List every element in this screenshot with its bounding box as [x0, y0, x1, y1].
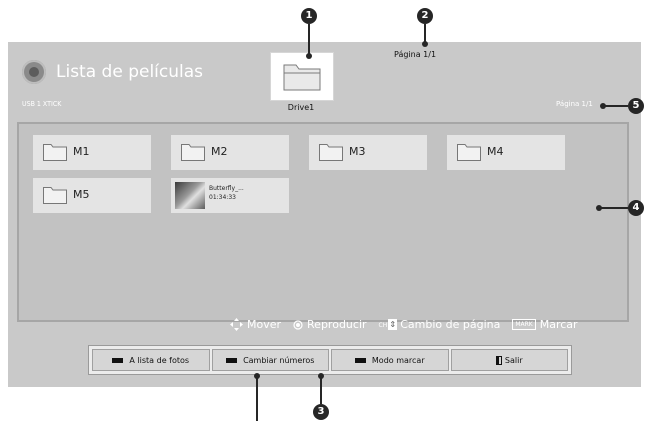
folder-label: M4: [487, 145, 504, 158]
folder-tile-m4[interactable]: M4: [447, 135, 565, 170]
folder-icon: [43, 144, 67, 161]
page-indicator: Página 1/1: [556, 100, 593, 108]
folder-tile-m3[interactable]: M3: [309, 135, 427, 170]
video-name: Butterfly_...: [209, 185, 244, 192]
callout-3-dot: [318, 373, 324, 379]
legend-play: Reproducir: [307, 318, 367, 331]
mark-key-icon: MARK: [512, 319, 536, 330]
photo-list-label: A lista de fotos: [129, 355, 190, 365]
key-legend: Mover Reproducir CH ⇕ Cambio de página MA…: [230, 318, 578, 331]
folder-tile-m5[interactable]: M5: [33, 178, 151, 213]
mark-mode-label: Modo marcar: [371, 355, 425, 365]
page-indicator-top: Página 1/1: [394, 50, 437, 59]
move-arrows-icon: [230, 318, 243, 331]
callout-4-dot: [596, 205, 602, 211]
folder-icon: [283, 64, 321, 91]
tv-screen: Lista de películas USB 1 XTICK Drive1 Pá…: [8, 42, 641, 387]
callout-4: 4: [628, 200, 644, 216]
callout-1-dot: [306, 53, 312, 59]
change-numbers-label: Cambiar números: [243, 355, 315, 365]
exit-button[interactable]: Salir: [450, 349, 568, 371]
callout-4-line: [600, 207, 628, 209]
callout-2: 2: [417, 8, 433, 24]
callout-5-dot: [600, 103, 606, 109]
button-bar: A lista de fotos Cambiar números Modo ma…: [88, 345, 572, 375]
device-label: USB 1 XTICK: [22, 100, 62, 108]
ok-button-icon: [293, 319, 303, 330]
folder-icon: [43, 187, 67, 204]
yellow-key-icon: [354, 357, 366, 363]
callout-2-dot: [422, 41, 428, 47]
ch-key-icon: CH ⇕: [378, 319, 398, 330]
folder-icon: [319, 144, 343, 161]
video-thumbnail: [175, 182, 205, 209]
legend-page-change: Cambio de página: [400, 318, 501, 331]
callout-3-dot-b: [254, 373, 260, 379]
folder-icon: [457, 144, 481, 161]
exit-door-icon: [495, 355, 502, 365]
callout-3-line-b: [256, 378, 258, 421]
app-title: Lista de películas: [56, 62, 204, 82]
drive-folder-button[interactable]: [270, 52, 334, 101]
photo-list-button[interactable]: A lista de fotos: [92, 349, 210, 371]
legend-move: Mover: [247, 318, 282, 331]
legend-mark: Marcar: [539, 318, 578, 331]
exit-label: Salir: [504, 355, 523, 365]
folder-label: M2: [211, 145, 228, 158]
folder-icon: [181, 144, 205, 161]
callout-5-line: [604, 105, 628, 107]
folder-label: M3: [349, 145, 366, 158]
change-numbers-button[interactable]: Cambiar números: [211, 349, 329, 371]
folder-tile-m1[interactable]: M1: [33, 135, 151, 170]
app-header: Lista de películas: [22, 60, 203, 84]
film-reel-icon: [22, 60, 46, 84]
callout-3-line: [320, 378, 322, 404]
folder-label: M1: [73, 145, 90, 158]
video-tile[interactable]: Butterfly_... 01:34:33: [171, 178, 289, 213]
red-key-icon: [112, 357, 124, 363]
callout-1: 1: [301, 8, 317, 24]
folder-label: M5: [73, 188, 90, 201]
callout-5: 5: [628, 98, 644, 114]
folder-tile-m2[interactable]: M2: [171, 135, 289, 170]
video-duration: 01:34:33: [209, 194, 236, 201]
file-grid: M1 M2 M3 M4 M5 Butterfly_... 01:34:33: [17, 122, 629, 322]
green-key-icon: [226, 357, 238, 363]
mark-mode-button[interactable]: Modo marcar: [331, 349, 449, 371]
callout-3: 3: [313, 404, 329, 420]
drive-label: Drive1: [287, 103, 315, 112]
callout-1-line: [308, 24, 310, 56]
